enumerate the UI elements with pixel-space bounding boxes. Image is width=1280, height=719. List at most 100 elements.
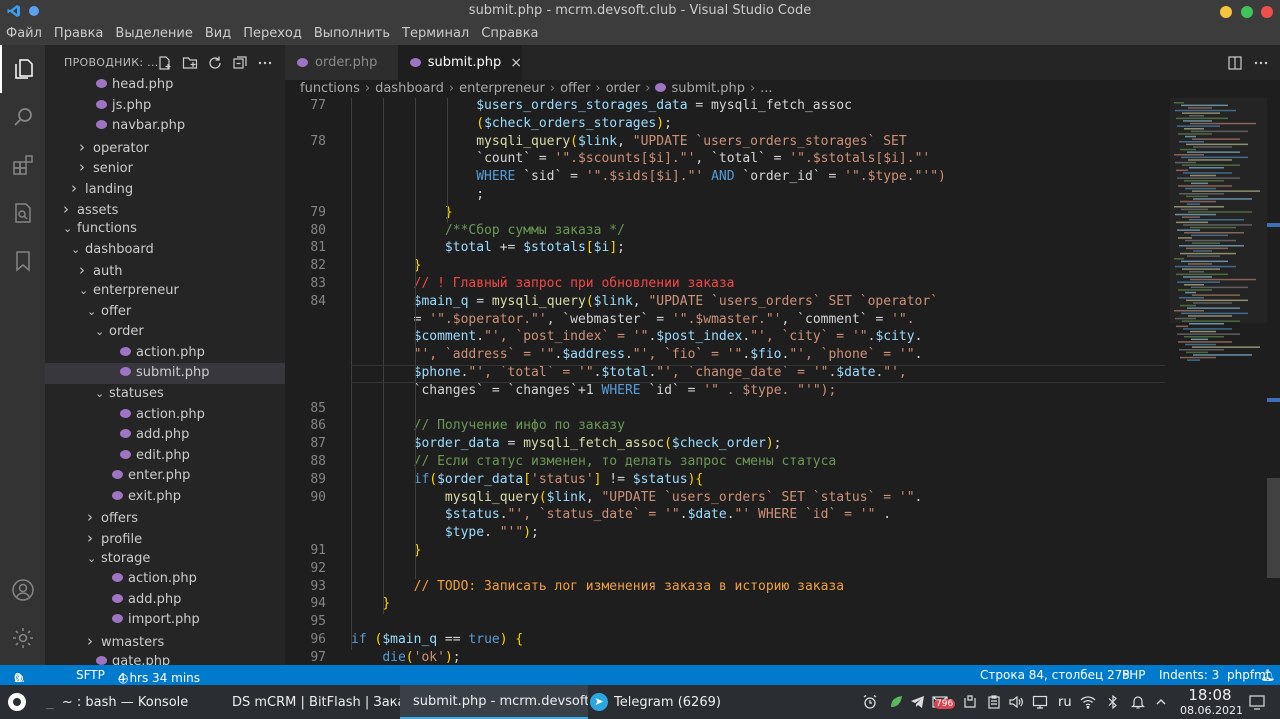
sftp-status[interactable]: SFTP <box>76 668 105 682</box>
tab-order-php[interactable]: order.php <box>285 45 398 80</box>
tab-submit-php[interactable]: submit.php × <box>398 45 522 80</box>
tray-clipboard-icon[interactable] <box>986 685 1004 719</box>
notifications-icon[interactable]: 🔔︎ <box>1260 668 1275 682</box>
tray-display-icon[interactable] <box>1032 685 1050 719</box>
code-line[interactable]: } <box>351 543 422 558</box>
code-line[interactable]: $users_orders_storages_data = mysqli_fet… <box>351 98 852 113</box>
clock[interactable]: 18:08 08.06.2021 <box>1180 687 1243 718</box>
code-line[interactable]: } <box>351 205 453 220</box>
editor-scrollbar[interactable] <box>1267 98 1280 665</box>
tray-volume-icon[interactable] <box>1008 685 1026 719</box>
code-line[interactable]: $comment."', `post_index` = '".$post_ind… <box>351 329 923 344</box>
code-line[interactable]: `count` = '".$scounts[$i]."', `total` = … <box>351 151 930 166</box>
tray-keyboard-layout[interactable]: ru <box>1058 685 1074 719</box>
tray-screenshot-icon[interactable] <box>962 685 980 719</box>
tree-folder[interactable]: › operator <box>45 137 285 158</box>
tree-folder[interactable]: › wmasters <box>45 631 285 652</box>
tab-close-icon[interactable]: × <box>510 55 522 71</box>
menu-edit[interactable]: Правка <box>48 23 109 41</box>
language-mode[interactable]: PHP <box>1122 668 1146 682</box>
tree-folder[interactable]: ⌄ offer <box>45 302 285 323</box>
code-line[interactable]: /**Сбор суммы заказа */ <box>351 223 625 238</box>
code-line[interactable]: ; <box>351 187 484 202</box>
tray-wifi-icon[interactable] <box>1080 685 1098 719</box>
breadcrumb-item[interactable]: dashboard <box>375 81 444 96</box>
scroll-thumb[interactable] <box>1267 478 1280 578</box>
tree-file[interactable]: exit.php <box>45 487 285 508</box>
show-desktop-icon[interactable] <box>1248 685 1272 719</box>
code-line[interactable]: // TODO: Записать лог изменения заказа в… <box>351 579 844 594</box>
explorer-icon[interactable] <box>0 45 45 93</box>
menu-go[interactable]: Переход <box>237 23 308 41</box>
code-line[interactable]: WHERE `sid` = '".$sids[$i]."' AND `order… <box>351 169 946 184</box>
menu-file[interactable]: Файл <box>0 23 48 41</box>
tree-file[interactable]: enter.php <box>45 466 285 487</box>
tree-file[interactable]: navbar.php <box>45 116 285 137</box>
code-line[interactable]: // Получение инфо по заказу <box>351 418 625 433</box>
code-line[interactable]: $status."', `status_date` = '".$date."' … <box>351 507 891 522</box>
menu-help[interactable]: Справка <box>475 23 544 41</box>
tree-folder[interactable]: › assets <box>45 199 285 220</box>
tree-file[interactable]: js.php <box>45 96 285 117</box>
remote-explorer-icon[interactable] <box>0 189 45 237</box>
breadcrumb-item[interactable]: submit.php <box>671 81 745 96</box>
menu-terminal[interactable]: Терминал <box>396 23 475 41</box>
tree-file[interactable]: add.php <box>45 425 285 446</box>
tray-alarm-icon[interactable] <box>862 685 880 719</box>
cursor-position[interactable]: Строка 84, столбец 275 <box>980 668 1130 682</box>
code-line[interactable]: if($order_data['status'] != $status){ <box>351 472 704 487</box>
menu-selection[interactable]: Выделение <box>109 23 198 41</box>
tree-file[interactable]: gate.php <box>45 652 285 665</box>
extensions-icon[interactable] <box>0 141 45 189</box>
editor-more-icon[interactable] <box>1253 55 1269 71</box>
account-icon[interactable] <box>0 566 45 614</box>
code-line[interactable]: ($check_orders_storages); <box>351 116 672 131</box>
taskbar-konsole[interactable]: _ ~ : bash — Konsole <box>40 685 218 719</box>
split-editor-icon[interactable] <box>1227 55 1243 71</box>
collapse-all-icon[interactable] <box>232 55 248 71</box>
code-editor[interactable]: 77 $users_orders_storages_data = mysqli_… <box>285 98 1165 665</box>
code-line[interactable]: $main_q = mysqli_query($link, "UPDATE `u… <box>351 294 938 309</box>
settings-gear-icon[interactable] <box>0 614 45 662</box>
tree-folder[interactable]: ⌄ functions <box>45 219 285 240</box>
new-file-icon[interactable] <box>157 55 173 71</box>
new-folder-icon[interactable] <box>182 55 198 71</box>
breadcrumb-item[interactable]: functions <box>300 81 360 96</box>
tray-expand-icon[interactable] <box>1155 685 1173 719</box>
taskbar-vscode[interactable]: submit.php - mcrm.devsoft... <box>400 685 588 719</box>
tree-folder[interactable]: ⌄ storage <box>45 549 285 570</box>
tree-file[interactable]: action.php <box>45 405 285 426</box>
tree-folder[interactable]: › senior <box>45 157 285 178</box>
code-line[interactable]: // Если статус изменен, то делать запрос… <box>351 454 837 469</box>
tray-bluetooth-icon[interactable] <box>1106 685 1122 719</box>
code-line[interactable]: // ! Главный запрос при обновлении заказ… <box>351 276 735 291</box>
close-button[interactable] <box>1261 6 1273 18</box>
code-line[interactable]: die('ok'); <box>351 650 460 665</box>
indentation[interactable]: Indents: 3 <box>1159 668 1219 682</box>
code-line[interactable]: `changes` = `changes`+1 WHERE `id` = '" … <box>351 383 837 398</box>
code-line[interactable]: } <box>351 596 390 611</box>
tree-folder[interactable]: ⌄ dashboard <box>45 240 285 261</box>
menu-run[interactable]: Выполнить <box>308 23 396 41</box>
app-launcher-icon[interactable] <box>4 685 30 719</box>
tree-file[interactable]: head.php <box>45 75 285 96</box>
tree-file[interactable]: submit.php <box>45 363 285 384</box>
breadcrumb-item[interactable]: ... <box>760 81 772 96</box>
taskbar-telegram[interactable]: ➤ Telegram (6269) <box>588 685 748 719</box>
search-icon[interactable] <box>0 93 45 141</box>
tree-folder[interactable]: › auth <box>45 260 285 281</box>
code-line[interactable]: if ($main_q == true) { <box>351 632 523 647</box>
tree-file[interactable]: action.php <box>45 343 285 364</box>
breadcrumb-item[interactable]: order <box>606 81 641 96</box>
tree-file[interactable]: action.php <box>45 569 285 590</box>
code-line[interactable]: "', `address` = '".$address."', `fio` = … <box>351 347 923 362</box>
tree-file[interactable]: edit.php <box>45 446 285 467</box>
tree-folder[interactable]: › offers <box>45 507 285 528</box>
tray-mail-icon[interactable]: 796 <box>932 685 956 719</box>
tray-telegram-icon[interactable] <box>910 685 928 719</box>
taskbar-firefox[interactable]: DS mCRM | BitFlash | Зака... <box>220 685 400 719</box>
breadcrumb-item[interactable]: enterpreneur <box>459 81 545 96</box>
tree-file[interactable]: add.php <box>45 590 285 611</box>
refresh-icon[interactable] <box>207 55 223 71</box>
tray-leaf-icon[interactable] <box>888 685 906 719</box>
